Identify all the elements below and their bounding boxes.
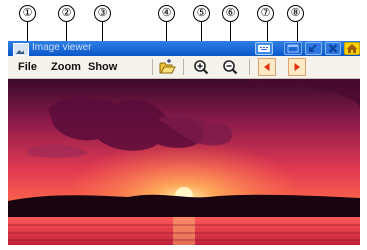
home-icon[interactable] [344,42,360,55]
next-arrow-icon [289,59,305,75]
zoom-in-icon [192,58,210,76]
minimize-icon[interactable] [305,42,322,55]
callout-5: ⑤ [193,5,210,22]
callout-7: ⑦ [257,5,274,22]
title-bar: Image viewer [8,41,360,56]
zoom-out-button[interactable] [221,58,239,76]
window-title: Image viewer [32,42,92,53]
toolbar-separator [183,59,184,75]
callout-8: ⑧ [287,5,304,22]
next-image-button[interactable] [288,58,306,76]
open-folder-button[interactable] [158,58,176,76]
toolbar-separator [249,59,250,75]
menu-file[interactable]: File [18,61,37,73]
callout-2: ② [58,5,75,22]
callout-1: ① [19,5,36,22]
keyboard-icon[interactable] [255,42,273,55]
callout-6: ⑥ [222,5,239,22]
menu-toolbar-bar: File Zoom Show [8,56,360,79]
callout-3: ③ [94,5,111,22]
image-viewport[interactable] [8,79,360,245]
zoom-out-icon [221,58,239,76]
menu-zoom[interactable]: Zoom [51,61,81,73]
callout-4: ④ [158,5,175,22]
folder-open-icon [158,58,176,76]
zoom-in-button[interactable] [192,58,210,76]
window-toggle-icon[interactable] [284,42,302,55]
image-viewer-app-icon [13,43,29,56]
menu-show[interactable]: Show [88,61,117,73]
previous-arrow-icon [259,59,275,75]
close-icon[interactable] [325,42,341,55]
previous-image-button[interactable] [258,58,276,76]
sunset-photo [8,79,360,245]
toolbar-separator [152,59,153,75]
